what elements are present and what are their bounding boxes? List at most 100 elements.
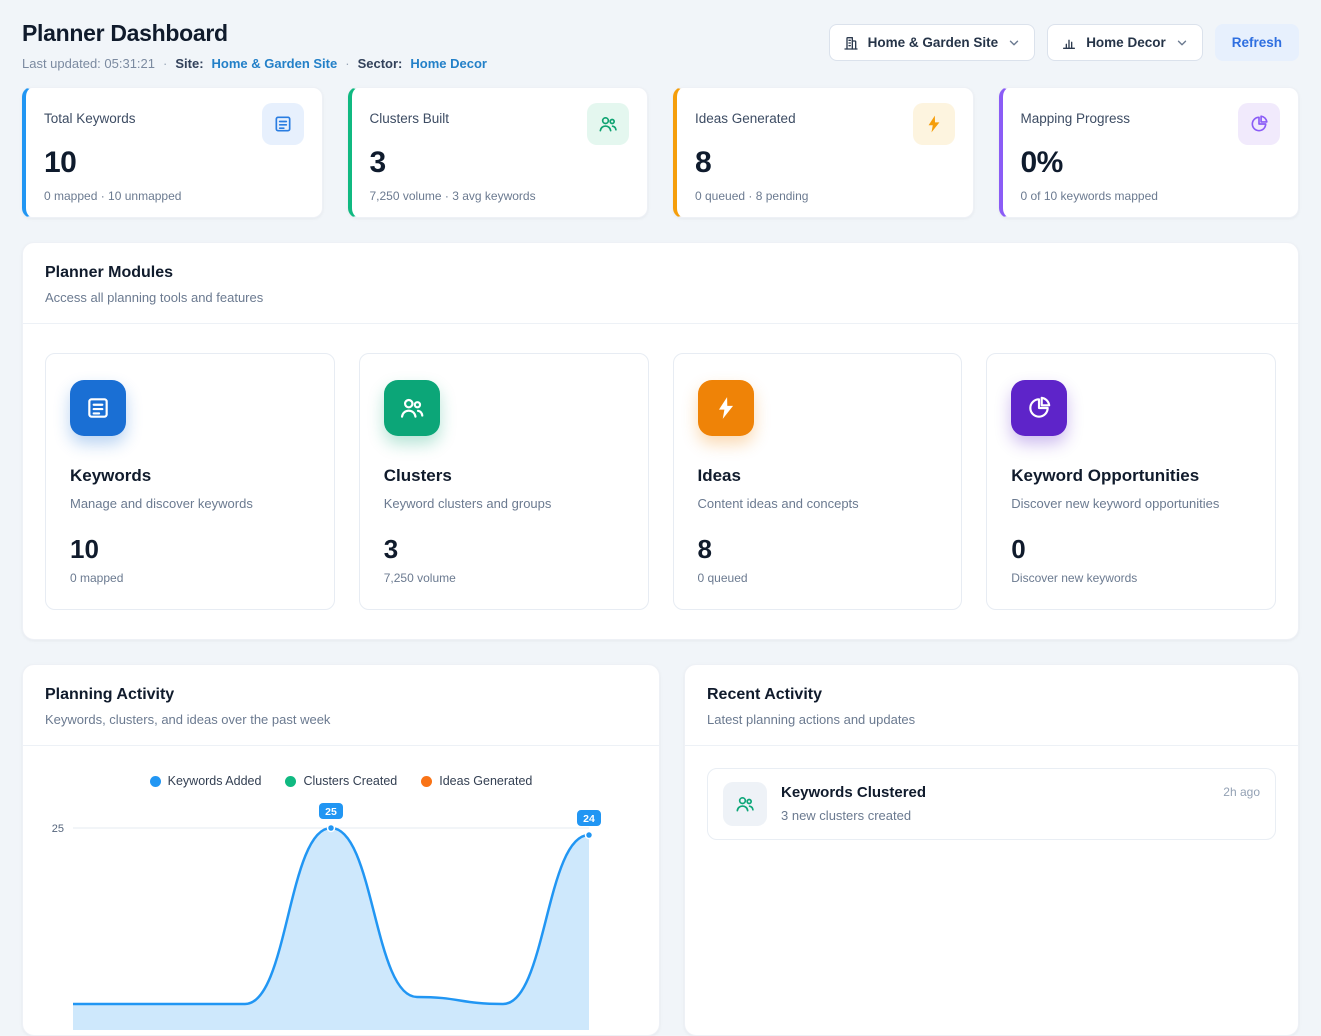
stat-label: Mapping Progress: [1021, 111, 1131, 126]
stat-label: Ideas Generated: [695, 111, 796, 126]
stat-value: 3: [370, 146, 630, 180]
users-icon: [587, 103, 629, 145]
stat-label: Total Keywords: [44, 111, 136, 126]
legend-item-ideas-generated: Ideas Generated: [421, 774, 532, 788]
site-selector-dropdown[interactable]: Home & Garden Site: [829, 24, 1036, 61]
site-selector-label: Home & Garden Site: [868, 35, 999, 50]
legend-dot-green: [285, 776, 296, 787]
chart-legend: Keywords Added Clusters Created Ideas Ge…: [23, 746, 659, 796]
legend-label: Keywords Added: [168, 774, 262, 788]
planner-modules-panel: Planner Modules Access all planning tool…: [22, 242, 1299, 640]
stat-card-ideas-generated: Ideas Generated 8 0 queued · 8 pending: [673, 87, 974, 218]
activity-title: Keywords Clustered: [781, 784, 926, 801]
planning-activity-header: Planning Activity Keywords, clusters, an…: [23, 665, 659, 746]
stat-label: Clusters Built: [370, 111, 450, 126]
header-actions: Home & Garden Site Home Decor Refresh: [829, 24, 1299, 61]
legend-item-clusters-created: Clusters Created: [285, 774, 397, 788]
module-value: 0: [1011, 534, 1251, 565]
activity-description: 3 new clusters created: [781, 808, 1260, 823]
svg-text:25: 25: [325, 806, 337, 818]
meta-line: Last updated: 05:31:21 · Site: Home & Ga…: [22, 56, 487, 71]
activity-item-keywords-clustered: Keywords Clustered 2h ago 3 new clusters…: [707, 768, 1276, 840]
recent-activity-panel: Recent Activity Latest planning actions …: [684, 664, 1299, 1036]
planner-dashboard-page: Planner Dashboard Last updated: 05:31:21…: [0, 0, 1321, 832]
planner-modules-header: Planner Modules Access all planning tool…: [23, 243, 1298, 324]
stat-value: 8: [695, 146, 955, 180]
bar-chart-icon: [1061, 35, 1077, 51]
panel-subtitle: Access all planning tools and features: [45, 290, 1276, 305]
activity-timestamp: 2h ago: [1223, 785, 1260, 799]
stat-caption: 0 mapped · 10 unmapped: [44, 189, 304, 203]
site-label: Site:: [175, 56, 203, 71]
legend-label: Ideas Generated: [439, 774, 532, 788]
module-description: Manage and discover keywords: [70, 496, 310, 511]
stat-card-mapping-progress: Mapping Progress 0% 0 of 10 keywords map…: [999, 87, 1300, 218]
module-card-keywords[interactable]: Keywords Manage and discover keywords 10…: [45, 353, 335, 610]
panel-title: Planning Activity: [45, 686, 637, 704]
stat-caption: 0 queued · 8 pending: [695, 189, 955, 203]
stat-caption: 7,250 volume · 3 avg keywords: [370, 189, 630, 203]
stat-card-clusters-built: Clusters Built 3 7,250 volume · 3 avg ke…: [348, 87, 649, 218]
sector-selector-dropdown[interactable]: Home Decor: [1047, 24, 1203, 61]
stat-value: 0%: [1021, 146, 1281, 180]
module-description: Content ideas and concepts: [698, 496, 938, 511]
legend-label: Clusters Created: [303, 774, 397, 788]
panel-title: Planner Modules: [45, 264, 1276, 282]
module-caption: 0 mapped: [70, 571, 310, 585]
panel-subtitle: Latest planning actions and updates: [707, 712, 1276, 727]
modules-grid: Keywords Manage and discover keywords 10…: [23, 324, 1298, 639]
separator-dot: ·: [163, 56, 167, 71]
pie-chart-icon: [1238, 103, 1280, 145]
document-lines-icon: [262, 103, 304, 145]
module-value: 8: [698, 534, 938, 565]
sector-label: Sector:: [358, 56, 403, 71]
module-title: Ideas: [698, 466, 938, 486]
lightning-icon: [913, 103, 955, 145]
sector-link[interactable]: Home Decor: [410, 56, 487, 71]
module-title: Clusters: [384, 466, 624, 486]
bottom-row: Planning Activity Keywords, clusters, an…: [22, 664, 1299, 1036]
stats-row: Total Keywords 10 0 mapped · 10 unmapped…: [22, 87, 1299, 218]
users-icon: [723, 782, 767, 826]
module-card-clusters[interactable]: Clusters Keyword clusters and groups 3 7…: [359, 353, 649, 610]
header-left: Planner Dashboard Last updated: 05:31:21…: [22, 20, 487, 71]
legend-item-keywords-added: Keywords Added: [150, 774, 262, 788]
stat-card-total-keywords: Total Keywords 10 0 mapped · 10 unmapped: [22, 87, 323, 218]
building-icon: [843, 35, 859, 51]
panel-subtitle: Keywords, clusters, and ideas over the p…: [45, 712, 637, 727]
legend-dot-orange: [421, 776, 432, 787]
module-title: Keyword Opportunities: [1011, 466, 1251, 486]
module-card-keyword-opportunities[interactable]: Keyword Opportunities Discover new keywo…: [986, 353, 1276, 610]
last-updated-text: Last updated: 05:31:21: [22, 56, 155, 71]
activity-body: Keywords Clustered 2h ago 3 new clusters…: [781, 782, 1260, 823]
header: Planner Dashboard Last updated: 05:31:21…: [22, 20, 1299, 71]
module-description: Discover new keyword opportunities: [1011, 496, 1251, 511]
site-link[interactable]: Home & Garden Site: [212, 56, 338, 71]
recent-activity-header: Recent Activity Latest planning actions …: [685, 665, 1298, 746]
svg-text:24: 24: [583, 813, 595, 825]
planning-activity-chart: 25 25 24: [35, 800, 605, 1030]
lightning-icon: [698, 380, 754, 436]
module-card-ideas[interactable]: Ideas Content ideas and concepts 8 0 que…: [673, 353, 963, 610]
module-caption: Discover new keywords: [1011, 571, 1251, 585]
users-icon: [384, 380, 440, 436]
refresh-button[interactable]: Refresh: [1215, 24, 1299, 61]
chevron-down-icon: [1007, 36, 1021, 50]
module-description: Keyword clusters and groups: [384, 496, 624, 511]
separator-dot: ·: [345, 56, 349, 71]
panel-title: Recent Activity: [707, 686, 1276, 704]
pie-chart-icon: [1011, 380, 1067, 436]
sector-selector-label: Home Decor: [1086, 35, 1166, 50]
legend-dot-blue: [150, 776, 161, 787]
module-caption: 0 queued: [698, 571, 938, 585]
module-title: Keywords: [70, 466, 310, 486]
module-caption: 7,250 volume: [384, 571, 624, 585]
document-lines-icon: [70, 380, 126, 436]
planning-activity-panel: Planning Activity Keywords, clusters, an…: [22, 664, 660, 1036]
page-title: Planner Dashboard: [22, 20, 487, 47]
module-value: 3: [384, 534, 624, 565]
chevron-down-icon: [1175, 36, 1189, 50]
stat-caption: 0 of 10 keywords mapped: [1021, 189, 1281, 203]
svg-text:25: 25: [52, 823, 64, 835]
stat-value: 10: [44, 146, 304, 180]
